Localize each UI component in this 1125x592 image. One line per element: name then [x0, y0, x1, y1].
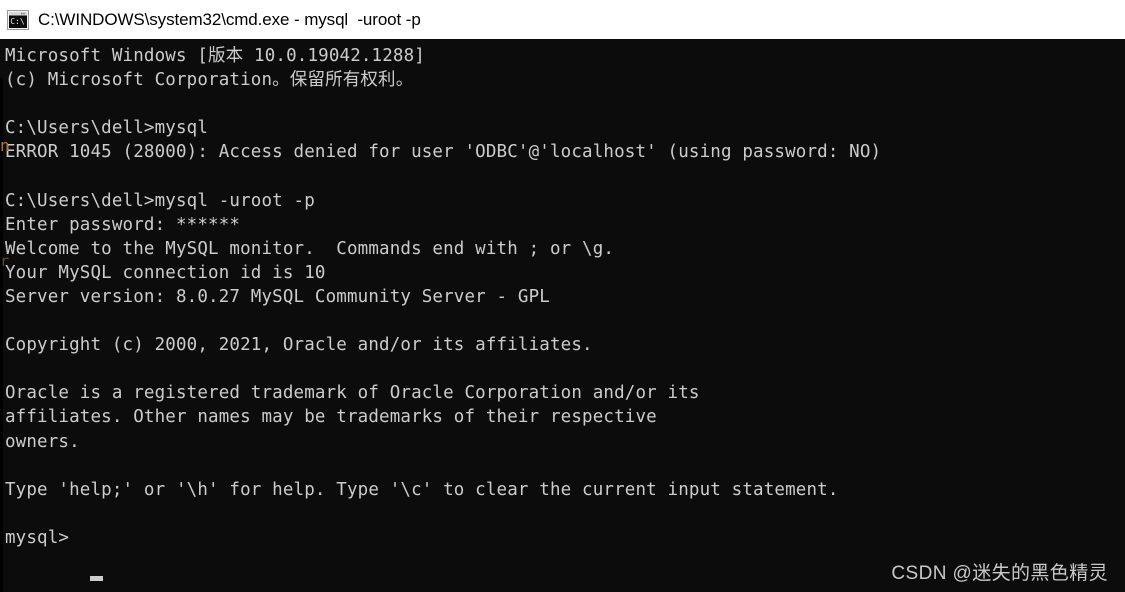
window-title-text: C:\WINDOWS\system32\cmd.exe - mysql -uro… [38, 9, 421, 29]
console-line: Your MySQL connection id is 10 [5, 262, 326, 283]
console-text-buffer: Microsoft Windows [版本 10.0.19042.1288] (… [5, 44, 1121, 550]
console-prompt-line: mysql> [5, 527, 80, 548]
text-cursor [90, 576, 103, 581]
console-line: Type 'help;' or '\h' for help. Type '\c'… [5, 479, 839, 500]
console-output-area[interactable]: Microsoft Windows [版本 10.0.19042.1288] (… [0, 39, 1125, 592]
console-left-edge [0, 78, 3, 592]
console-line: C:\Users\dell>mysql -uroot -p [5, 190, 315, 211]
csdn-watermark: CSDN @迷失的黑色精灵 [891, 563, 1108, 584]
console-line: Server version: 8.0.27 MySQL Community S… [5, 286, 550, 307]
edge-artifact-n: n [0, 136, 10, 155]
svg-text:C:\: C:\ [10, 17, 25, 26]
console-line: Microsoft Windows [版本 10.0.19042.1288] [5, 46, 425, 66]
cmd-console-icon: C:\ [7, 9, 29, 30]
console-line: Welcome to the MySQL monitor. Commands e… [5, 238, 615, 259]
console-line: owners. [5, 431, 80, 452]
cmd-window: C:\ C:\WINDOWS\system32\cmd.exe - mysql … [0, 0, 1125, 592]
console-line: affiliates. Other names may be trademark… [5, 407, 657, 428]
console-line: C:\Users\dell>mysql [5, 118, 209, 139]
window-titlebar[interactable]: C:\ C:\WINDOWS\system32\cmd.exe - mysql … [0, 0, 1125, 39]
console-line: ERROR 1045 (28000): Access denied for us… [5, 142, 882, 163]
console-line: Enter password: ****** [5, 214, 241, 235]
edge-artifact-r: r [0, 252, 10, 270]
console-line: Oracle is a registered trademark of Orac… [5, 383, 700, 404]
console-line: Copyright (c) 2000, 2021, Oracle and/or … [5, 335, 593, 356]
console-line: (c) Microsoft Corporation。保留所有权利。 [5, 70, 414, 91]
